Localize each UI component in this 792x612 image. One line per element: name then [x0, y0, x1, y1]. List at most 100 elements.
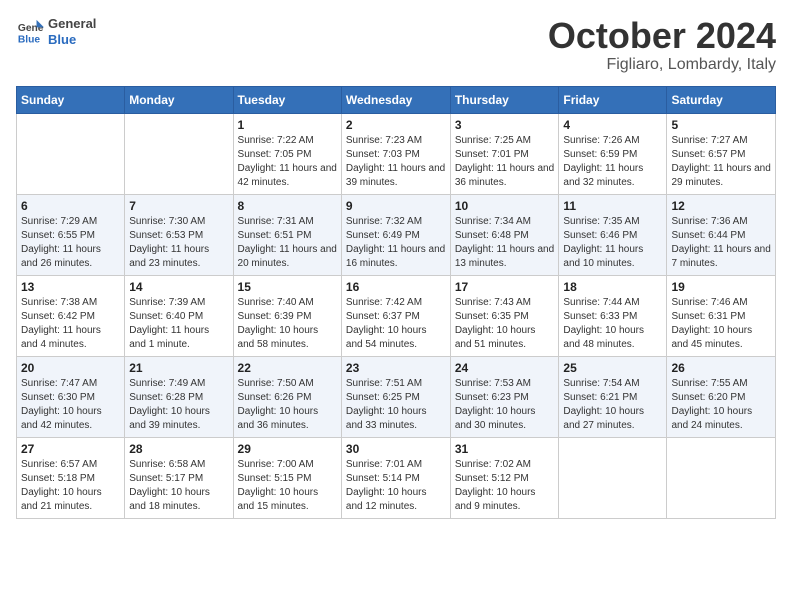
- day-info: Sunrise: 7:26 AMSunset: 6:59 PMDaylight:…: [563, 134, 662, 190]
- calendar-cell: 18 Sunrise: 7:44 AMSunset: 6:33 PMDayligh…: [559, 275, 667, 356]
- day-info: Sunrise: 7:47 AMSunset: 6:30 PMDaylight:…: [21, 377, 120, 433]
- calendar-cell: 19 Sunrise: 7:46 AMSunset: 6:31 PMDayligh…: [667, 275, 776, 356]
- day-number: 30: [346, 442, 446, 456]
- calendar-body: 1 Sunrise: 7:22 AMSunset: 7:05 PMDaylight…: [17, 113, 776, 518]
- calendar-cell: 2Sunrise: 7:23 AMSunset: 7:03 PMDaylight…: [341, 113, 450, 194]
- day-number: 12: [671, 199, 771, 213]
- day-number: 11: [563, 199, 662, 213]
- month-title: October 2024: [548, 16, 776, 56]
- column-header-wednesday: Wednesday: [341, 86, 450, 113]
- calendar-cell: 22 Sunrise: 7:50 AMSunset: 6:26 PMDayligh…: [233, 356, 341, 437]
- column-header-tuesday: Tuesday: [233, 86, 341, 113]
- calendar-cell: [667, 437, 776, 518]
- day-info: Sunrise: 7:34 AMSunset: 6:48 PMDaylight:…: [455, 215, 555, 271]
- calendar-cell: 6 Sunrise: 7:29 AMSunset: 6:55 PMDaylight…: [17, 194, 125, 275]
- calendar-cell: 23Sunrise: 7:51 AMSunset: 6:25 PMDayligh…: [341, 356, 450, 437]
- day-number: 10: [455, 199, 555, 213]
- calendar-cell: 15 Sunrise: 7:40 AMSunset: 6:39 PMDayligh…: [233, 275, 341, 356]
- day-number: 20: [21, 361, 120, 375]
- calendar-week-1: 1 Sunrise: 7:22 AMSunset: 7:05 PMDaylight…: [17, 113, 776, 194]
- day-number: 24: [455, 361, 555, 375]
- calendar-cell: [17, 113, 125, 194]
- day-info: Sunrise: 7:35 AMSunset: 6:46 PMDaylight:…: [563, 215, 662, 271]
- day-info: Sunrise: 6:57 AMSunset: 5:18 PMDaylight:…: [21, 458, 120, 514]
- day-number: 2: [346, 118, 446, 132]
- calendar-week-4: 20 Sunrise: 7:47 AMSunset: 6:30 PMDayligh…: [17, 356, 776, 437]
- calendar-cell: 31 Sunrise: 7:02 AMSunset: 5:12 PMDayligh…: [450, 437, 559, 518]
- calendar-cell: 10 Sunrise: 7:34 AMSunset: 6:48 PMDayligh…: [450, 194, 559, 275]
- calendar-cell: 4 Sunrise: 7:26 AMSunset: 6:59 PMDaylight…: [559, 113, 667, 194]
- svg-text:Blue: Blue: [18, 34, 41, 45]
- calendar-cell: [125, 113, 233, 194]
- day-info: Sunrise: 7:40 AMSunset: 6:39 PMDaylight:…: [238, 296, 337, 352]
- calendar-header-row: SundayMondayTuesdayWednesdayThursdayFrid…: [17, 86, 776, 113]
- calendar-cell: 14 Sunrise: 7:39 AMSunset: 6:40 PMDayligh…: [125, 275, 233, 356]
- day-info: Sunrise: 7:31 AMSunset: 6:51 PMDaylight:…: [238, 215, 337, 271]
- calendar-cell: 25Sunrise: 7:54 AMSunset: 6:21 PMDayligh…: [559, 356, 667, 437]
- day-number: 4: [563, 118, 662, 132]
- day-info: Sunrise: 7:27 AMSunset: 6:57 PMDaylight:…: [671, 134, 771, 190]
- day-number: 18: [563, 280, 662, 294]
- logo-blue-text: Blue: [48, 32, 96, 48]
- day-number: 28: [129, 442, 228, 456]
- logo: General Blue General Blue: [16, 16, 96, 47]
- day-info: Sunrise: 7:29 AMSunset: 6:55 PMDaylight:…: [21, 215, 120, 271]
- calendar-cell: 11 Sunrise: 7:35 AMSunset: 6:46 PMDayligh…: [559, 194, 667, 275]
- calendar-cell: 8Sunrise: 7:31 AMSunset: 6:51 PMDaylight…: [233, 194, 341, 275]
- day-number: 1: [238, 118, 337, 132]
- calendar-cell: 16 Sunrise: 7:42 AMSunset: 6:37 PMDayligh…: [341, 275, 450, 356]
- day-number: 9: [346, 199, 446, 213]
- day-info: Sunrise: 7:22 AMSunset: 7:05 PMDaylight:…: [238, 134, 337, 190]
- day-info: Sunrise: 7:39 AMSunset: 6:40 PMDaylight:…: [129, 296, 228, 352]
- calendar-cell: 30 Sunrise: 7:01 AMSunset: 5:14 PMDayligh…: [341, 437, 450, 518]
- day-number: 5: [671, 118, 771, 132]
- calendar-cell: [559, 437, 667, 518]
- day-info: Sunrise: 7:54 AMSunset: 6:21 PMDaylight:…: [563, 377, 662, 433]
- column-header-friday: Friday: [559, 86, 667, 113]
- day-info: Sunrise: 7:44 AMSunset: 6:33 PMDaylight:…: [563, 296, 662, 352]
- calendar-week-3: 13Sunrise: 7:38 AMSunset: 6:42 PMDayligh…: [17, 275, 776, 356]
- calendar-table: SundayMondayTuesdayWednesdayThursdayFrid…: [16, 86, 776, 519]
- day-info: Sunrise: 7:00 AMSunset: 5:15 PMDaylight:…: [238, 458, 337, 514]
- day-info: Sunrise: 7:46 AMSunset: 6:31 PMDaylight:…: [671, 296, 771, 352]
- day-info: Sunrise: 7:36 AMSunset: 6:44 PMDaylight:…: [671, 215, 771, 271]
- calendar-cell: 29 Sunrise: 7:00 AMSunset: 5:15 PMDayligh…: [233, 437, 341, 518]
- day-info: Sunrise: 7:01 AMSunset: 5:14 PMDaylight:…: [346, 458, 446, 514]
- calendar-cell: 9Sunrise: 7:32 AMSunset: 6:49 PMDaylight…: [341, 194, 450, 275]
- day-info: Sunrise: 7:43 AMSunset: 6:35 PMDaylight:…: [455, 296, 555, 352]
- calendar-cell: 13Sunrise: 7:38 AMSunset: 6:42 PMDayligh…: [17, 275, 125, 356]
- calendar-cell: 20 Sunrise: 7:47 AMSunset: 6:30 PMDayligh…: [17, 356, 125, 437]
- title-block: October 2024 Figliaro, Lombardy, Italy: [548, 16, 776, 74]
- day-info: Sunrise: 7:25 AMSunset: 7:01 PMDaylight:…: [455, 134, 555, 190]
- calendar-cell: 7Sunrise: 7:30 AMSunset: 6:53 PMDaylight…: [125, 194, 233, 275]
- calendar-cell: 24 Sunrise: 7:53 AMSunset: 6:23 PMDayligh…: [450, 356, 559, 437]
- calendar-cell: 26Sunrise: 7:55 AMSunset: 6:20 PMDayligh…: [667, 356, 776, 437]
- day-info: Sunrise: 7:02 AMSunset: 5:12 PMDaylight:…: [455, 458, 555, 514]
- calendar-week-2: 6 Sunrise: 7:29 AMSunset: 6:55 PMDaylight…: [17, 194, 776, 275]
- day-number: 15: [238, 280, 337, 294]
- day-number: 14: [129, 280, 228, 294]
- day-number: 29: [238, 442, 337, 456]
- day-number: 19: [671, 280, 771, 294]
- day-number: 13: [21, 280, 120, 294]
- column-header-saturday: Saturday: [667, 86, 776, 113]
- day-info: Sunrise: 7:42 AMSunset: 6:37 PMDaylight:…: [346, 296, 446, 352]
- day-info: Sunrise: 7:53 AMSunset: 6:23 PMDaylight:…: [455, 377, 555, 433]
- day-number: 31: [455, 442, 555, 456]
- day-number: 16: [346, 280, 446, 294]
- day-info: Sunrise: 6:58 AMSunset: 5:17 PMDaylight:…: [129, 458, 228, 514]
- calendar-cell: 3Sunrise: 7:25 AMSunset: 7:01 PMDaylight…: [450, 113, 559, 194]
- column-header-monday: Monday: [125, 86, 233, 113]
- day-number: 17: [455, 280, 555, 294]
- logo-general-text: General: [48, 16, 96, 32]
- column-header-sunday: Sunday: [17, 86, 125, 113]
- day-number: 7: [129, 199, 228, 213]
- day-number: 27: [21, 442, 120, 456]
- column-header-thursday: Thursday: [450, 86, 559, 113]
- day-number: 22: [238, 361, 337, 375]
- day-number: 6: [21, 199, 120, 213]
- calendar-cell: 21Sunrise: 7:49 AMSunset: 6:28 PMDayligh…: [125, 356, 233, 437]
- day-info: Sunrise: 7:50 AMSunset: 6:26 PMDaylight:…: [238, 377, 337, 433]
- day-number: 26: [671, 361, 771, 375]
- location-text: Figliaro, Lombardy, Italy: [548, 56, 776, 74]
